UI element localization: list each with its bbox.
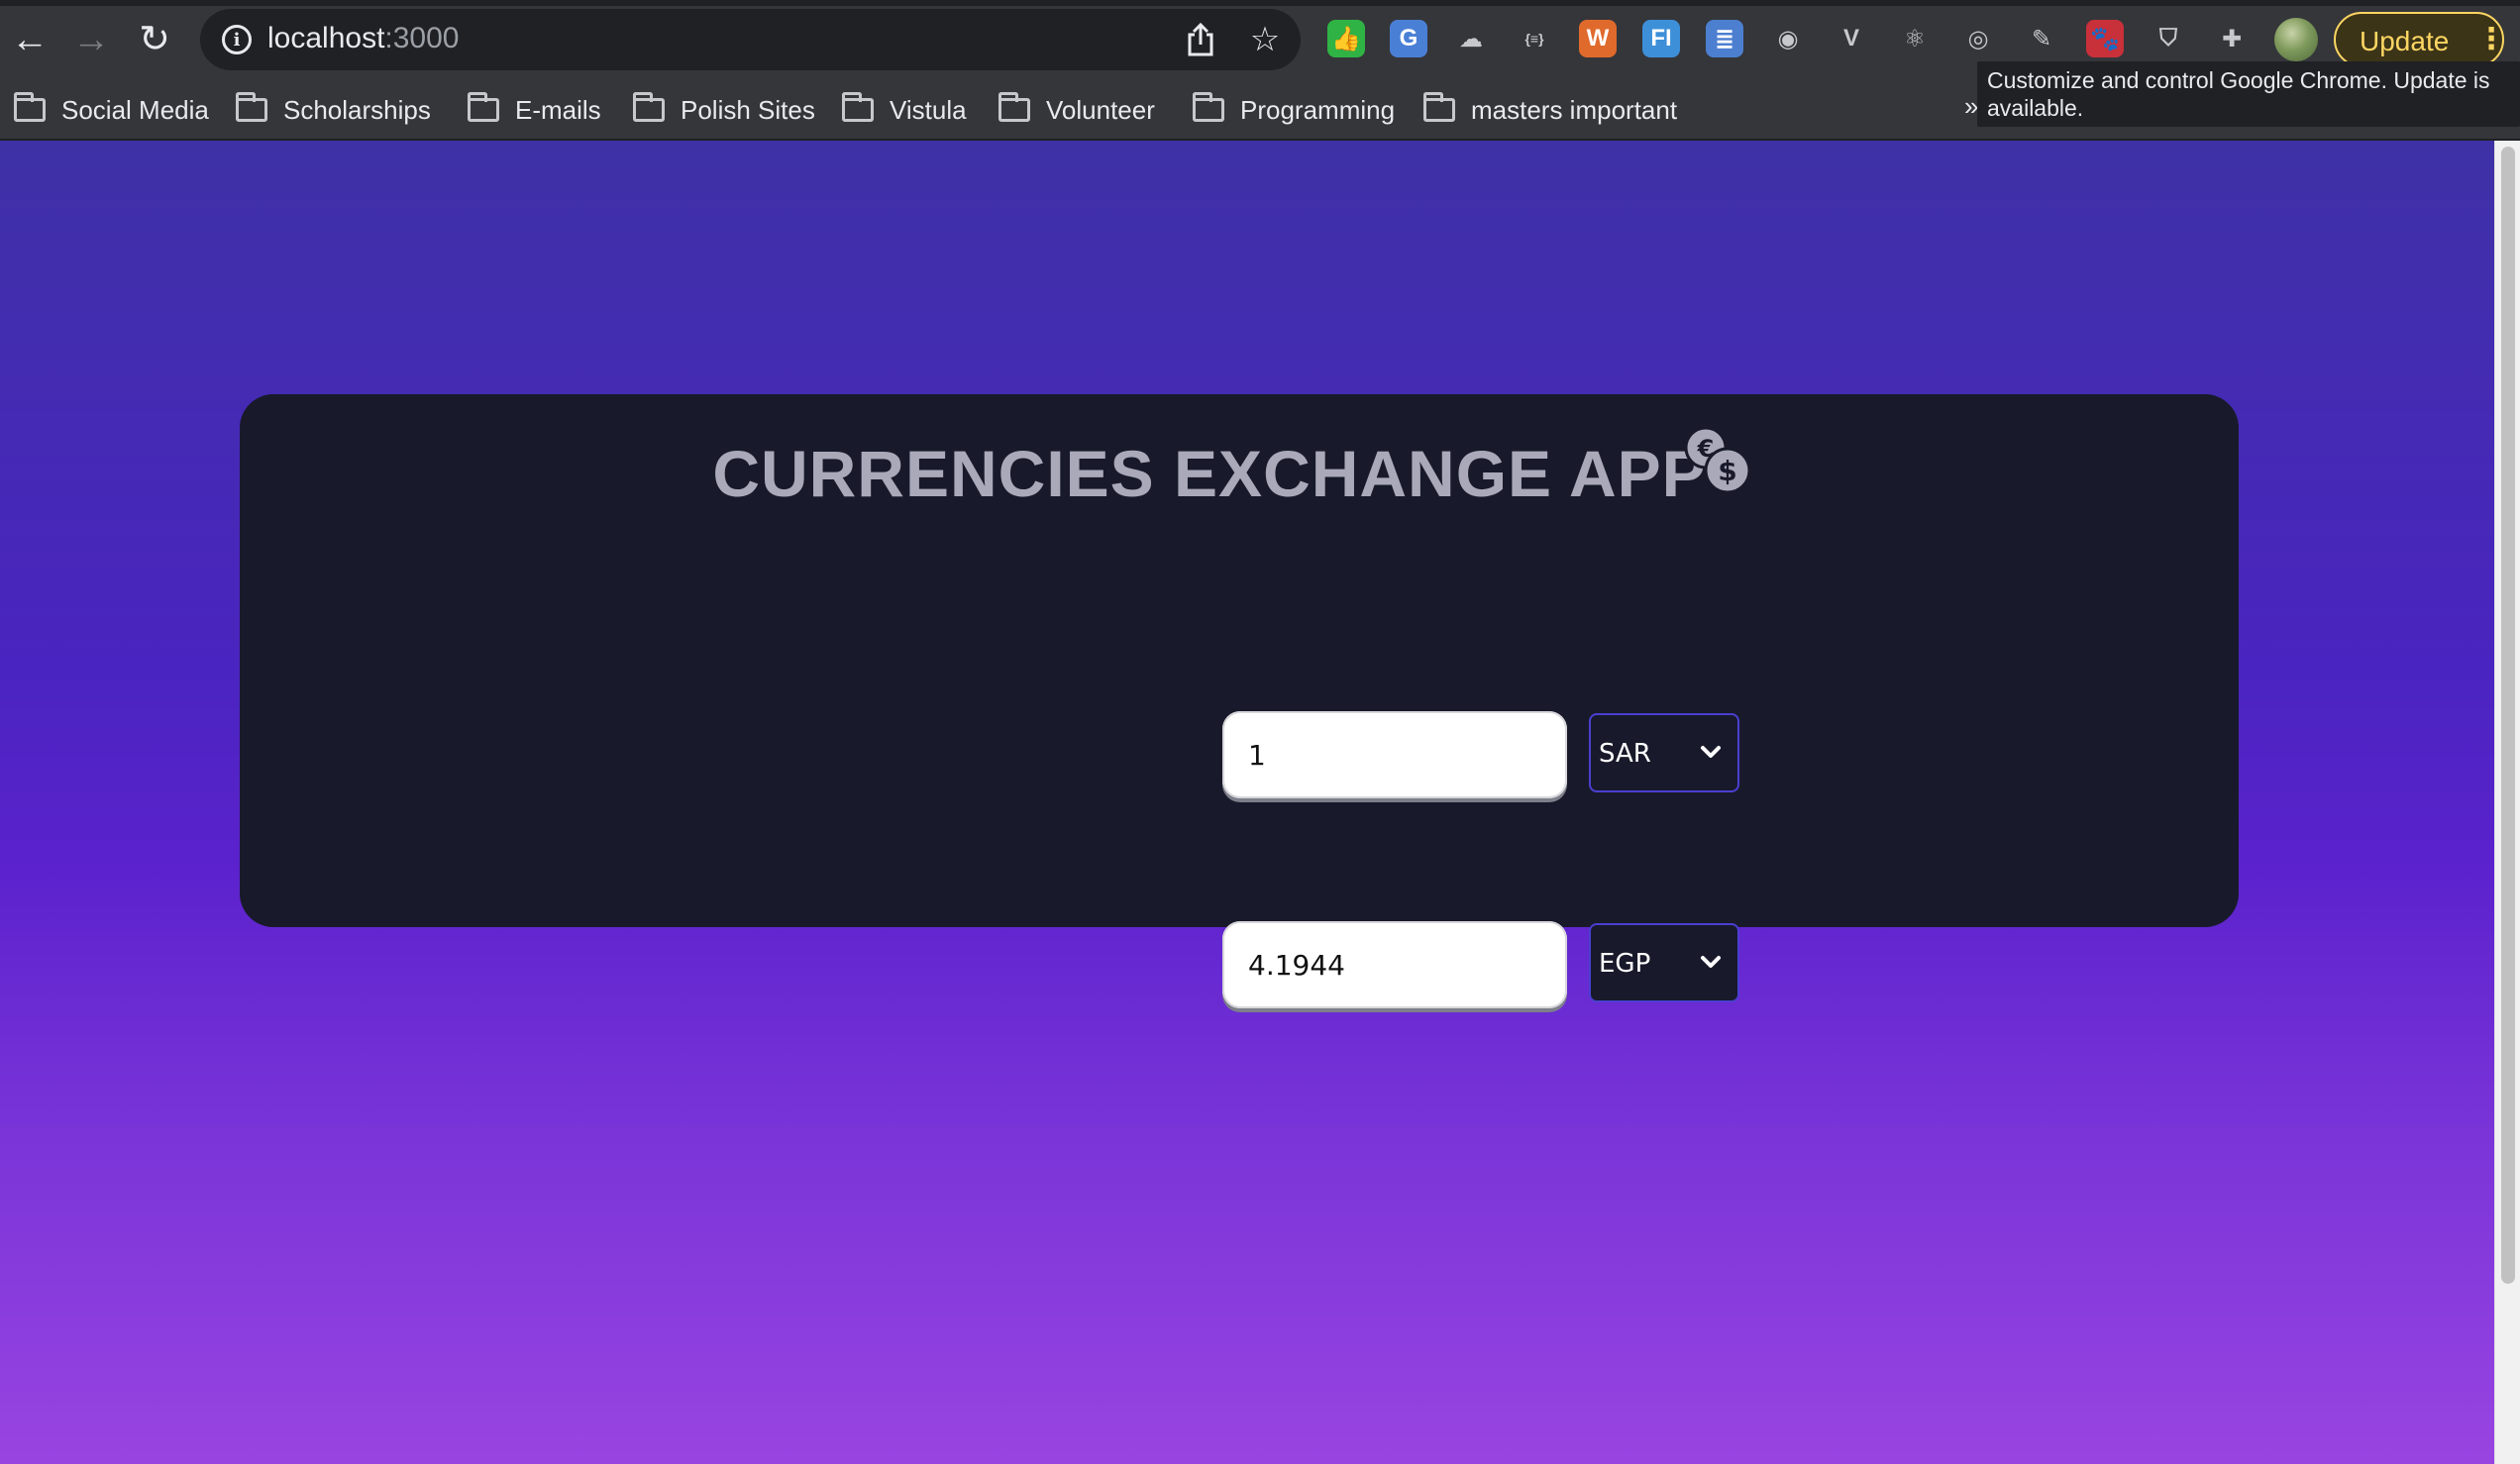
address-bar[interactable]: i localhost:3000 ☆ (200, 9, 1301, 70)
from-amount-input[interactable] (1222, 711, 1567, 798)
bookmark-masters-important[interactable]: masters important (1423, 91, 1677, 129)
more-menu-icon: ⋮ (2476, 23, 2506, 55)
site-info-icon[interactable]: i (222, 25, 252, 54)
bookmark-label: masters important (1471, 94, 1678, 125)
folder-icon (1423, 92, 1455, 122)
url-port: :3000 (384, 22, 460, 54)
url-host: localhost (267, 22, 385, 54)
url-text[interactable]: localhost:3000 (267, 22, 459, 55)
to-currency-value: EGP (1599, 949, 1651, 979)
update-label: Update (2360, 26, 2450, 56)
folder-icon (633, 92, 665, 122)
chrome-update-button[interactable]: Update ⋮ (2334, 12, 2506, 67)
pen-extension-icon[interactable]: ✎ (2023, 20, 2060, 57)
bookmark-label: Programming (1240, 94, 1396, 125)
from-currency-select[interactable]: SAR (1589, 713, 1739, 792)
bookmark-polish-sites[interactable]: Polish Sites (633, 91, 815, 129)
dictionary-extension-icon[interactable]: W (1579, 20, 1617, 57)
chevron-down-icon (1701, 746, 1721, 758)
profile-avatar[interactable] (2274, 18, 2318, 61)
folder-icon (842, 92, 874, 122)
bookmark-social-media[interactable]: Social Media (14, 91, 209, 129)
page-background: CURRENCIES EXCHANGE APP SAR EGP (0, 141, 2494, 1464)
exchange-card: CURRENCIES EXCHANGE APP SAR EGP (240, 394, 2239, 1008)
bookmark-label: Scholarships (283, 94, 431, 125)
app-title: CURRENCIES EXCHANGE APP (240, 436, 2239, 511)
page-scrollbar[interactable] (2494, 141, 2520, 1464)
bookmark-label: Vistula (890, 94, 967, 125)
update-tooltip: Customize and control Google Chrome. Upd… (1977, 61, 2520, 127)
app-title-text: CURRENCIES EXCHANGE APP (712, 437, 1707, 510)
folder-icon (14, 92, 46, 122)
react-extension-icon[interactable]: ⚛ (1896, 20, 1934, 57)
shield-extension-icon[interactable]: ⛉ (2150, 20, 2187, 57)
forward-arrow-icon[interactable]: → (65, 14, 117, 65)
to-amount-input[interactable] (1222, 921, 1567, 1008)
share-icon[interactable] (1181, 20, 1220, 59)
chevron-down-icon (1701, 956, 1721, 968)
bookmark-volunteer[interactable]: Volunteer (998, 91, 1155, 129)
fi-extension-icon[interactable]: FI (1642, 20, 1680, 57)
to-currency-select[interactable]: EGP (1589, 923, 1739, 1002)
folder-icon (236, 92, 267, 122)
json-extension-icon[interactable]: {≡} (1516, 20, 1553, 57)
bookmark-label: Social Media (61, 94, 209, 125)
vue-extension-icon[interactable]: V (1833, 20, 1870, 57)
bookmark-label: Volunteer (1046, 94, 1155, 125)
back-arrow-icon[interactable]: ← (4, 14, 55, 65)
google-translate-extension-icon[interactable]: G (1390, 20, 1427, 57)
bookmark-label: E-mails (515, 94, 601, 125)
reload-icon[interactable]: ↻ (129, 14, 180, 65)
from-currency-value: SAR (1599, 739, 1651, 769)
bookmark-e-mails[interactable]: E-mails (468, 91, 601, 129)
folder-icon (998, 92, 1030, 122)
bookmark-programming[interactable]: Programming (1193, 91, 1395, 129)
camera-extension-icon[interactable]: ◉ (1769, 20, 1807, 57)
bookmark-star-icon[interactable]: ☆ (1245, 20, 1285, 59)
folder-icon (1193, 92, 1224, 122)
tab-strip-edge (0, 0, 2520, 6)
scrollbar-thumb[interactable] (2501, 147, 2515, 1284)
puzzle-extension-icon[interactable]: ✚ (2213, 20, 2251, 57)
bookmark-label: Polish Sites (681, 94, 815, 125)
bookmark-scholarships[interactable]: Scholarships (236, 91, 431, 129)
svg-text:$: $ (1718, 455, 1736, 487)
bookmark-vistula[interactable]: Vistula (842, 91, 967, 129)
thumbs-up-extension-icon[interactable]: 👍 (1327, 20, 1365, 57)
cloud-extension-icon[interactable]: ☁ (1452, 20, 1490, 57)
share-icon-svg (1188, 23, 1213, 56)
paw-extension-icon[interactable]: 🐾 (2086, 20, 2124, 57)
currency-exchange-icon: € $ (1684, 426, 1751, 494)
document-extension-icon[interactable]: ≣ (1706, 20, 1743, 57)
folder-icon (468, 92, 499, 122)
target-extension-icon[interactable]: ◎ (1959, 20, 1997, 57)
